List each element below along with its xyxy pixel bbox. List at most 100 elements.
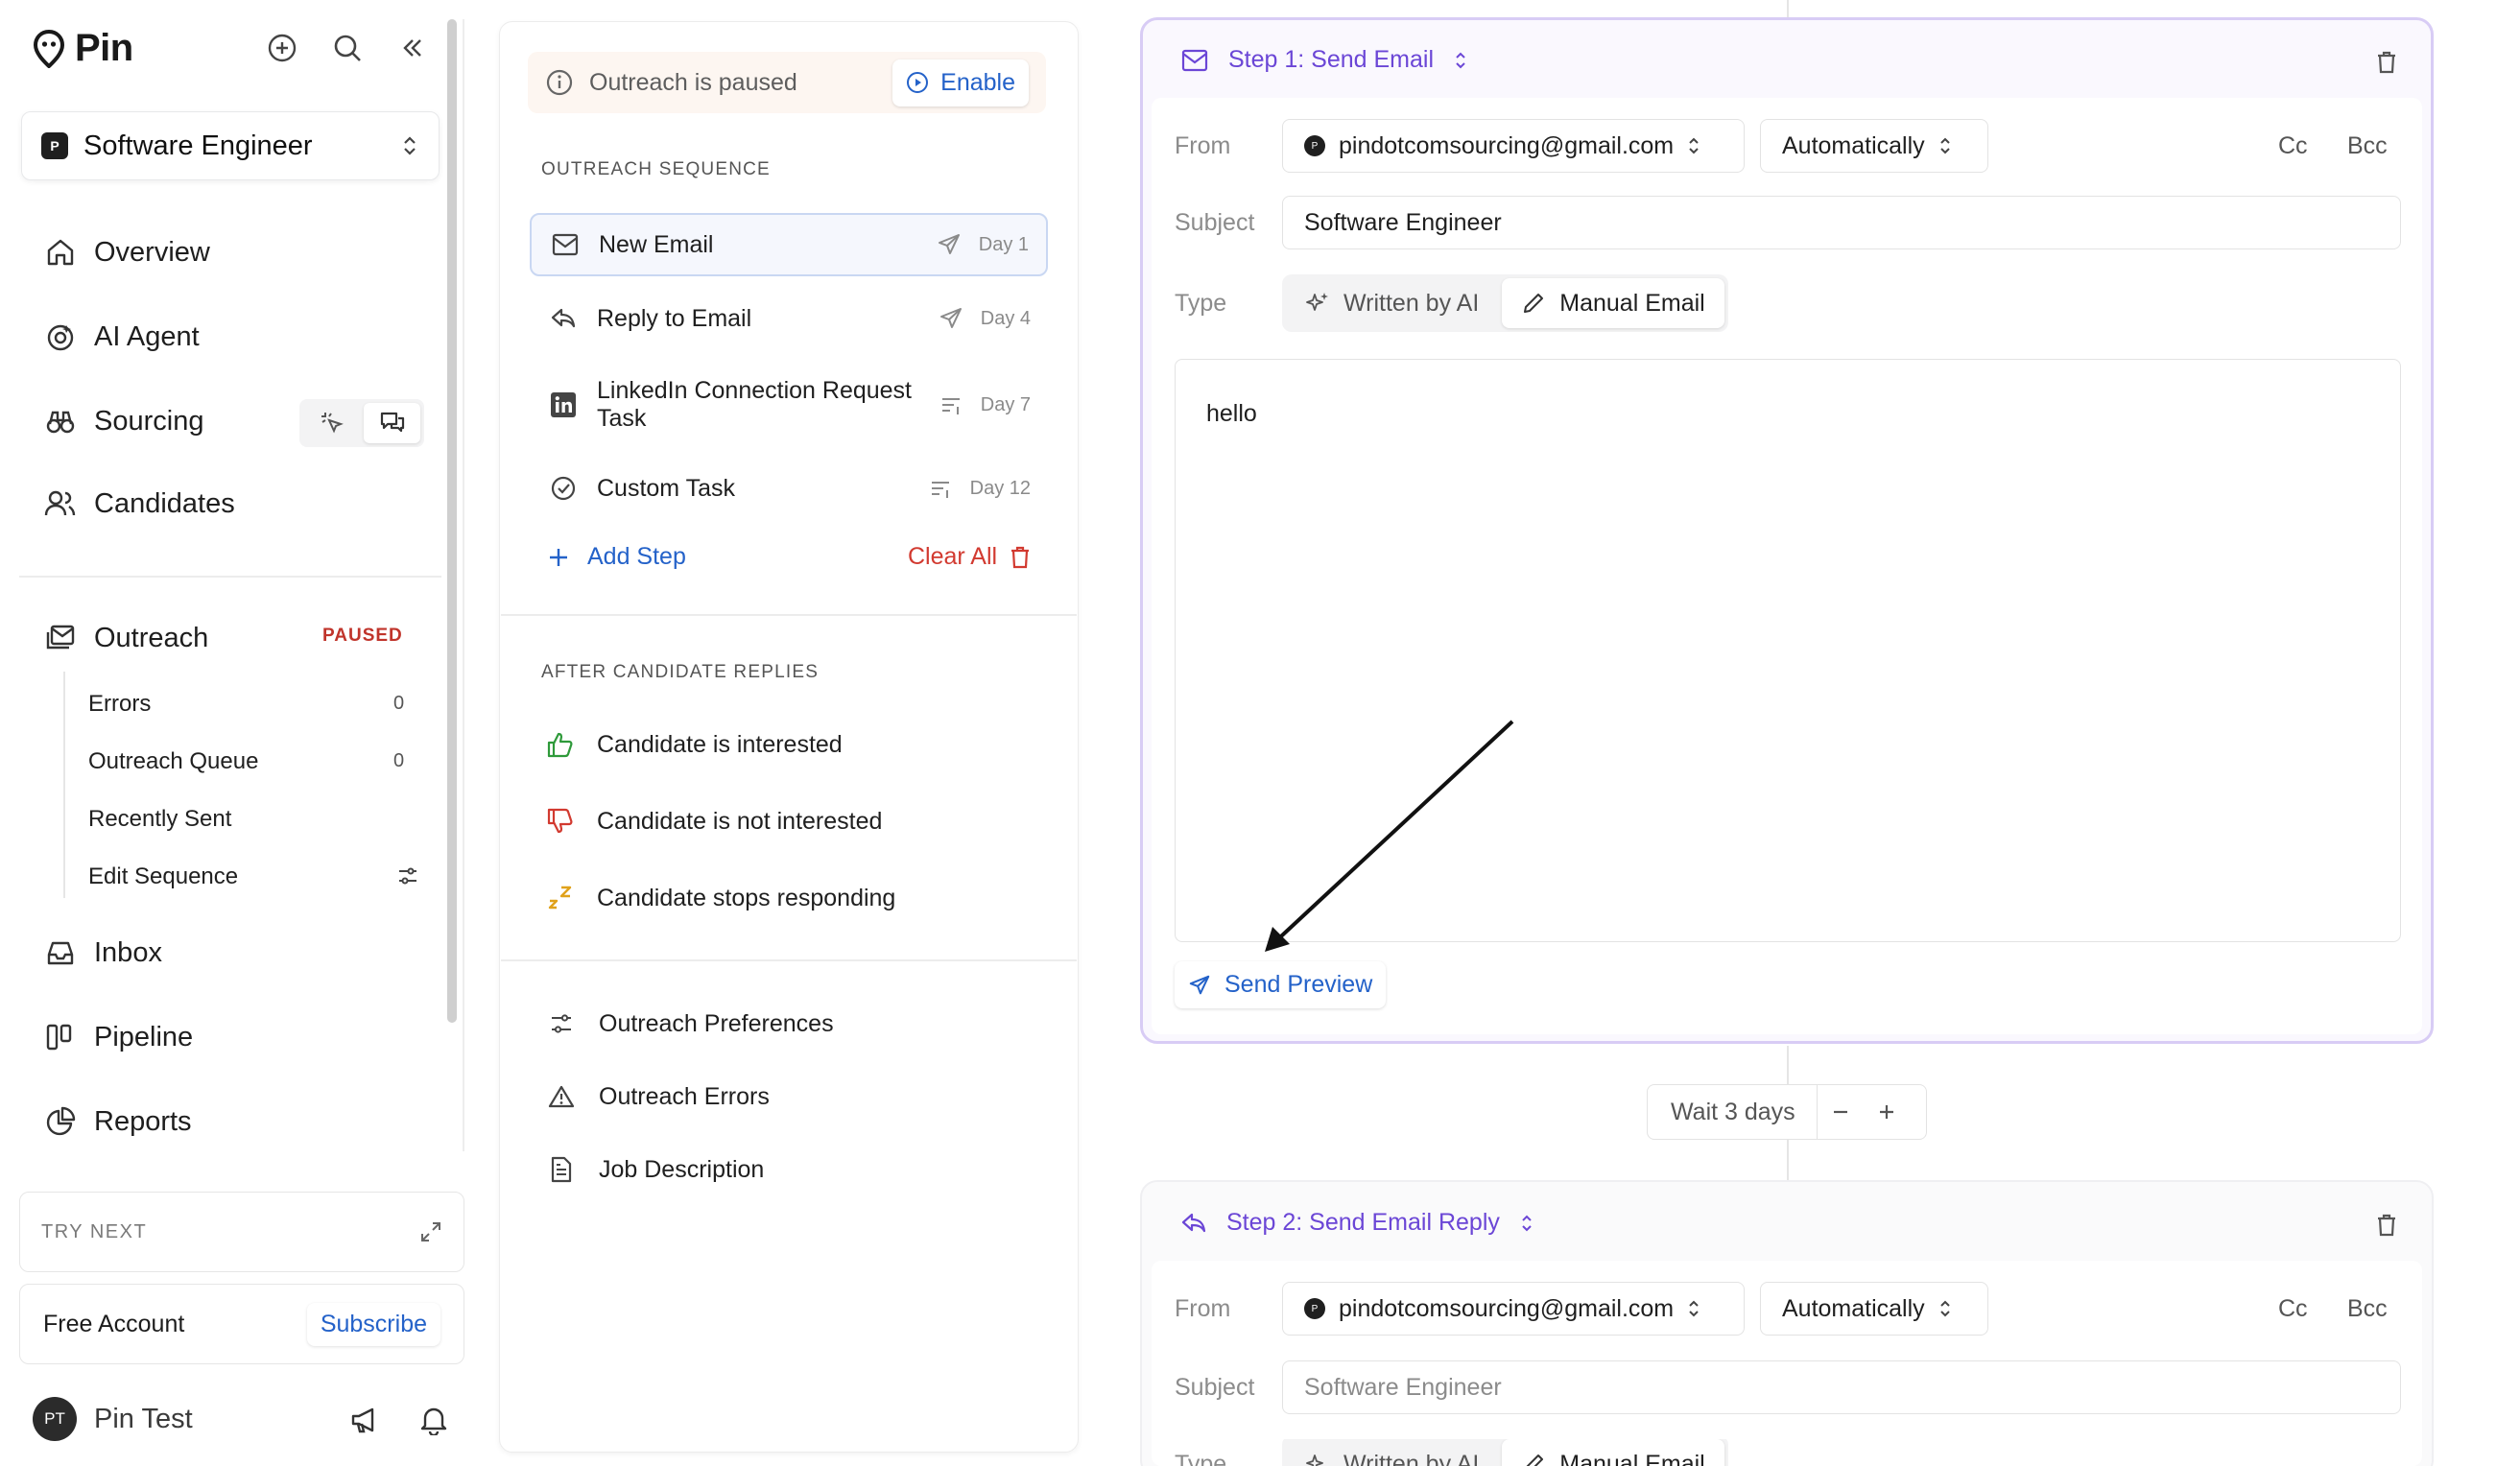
minus-icon[interactable] [1818,1085,1864,1139]
subnav-edit-sequence[interactable]: Edit Sequence [88,863,238,890]
rule-candidate-not-interested[interactable]: Candidate is not interested [545,806,882,837]
link-label: Job Description [599,1155,765,1183]
user-profile[interactable]: PT Pin Test [33,1397,193,1441]
app-logo[interactable]: Pin [33,27,133,70]
binoculars-icon [44,405,77,437]
type-manual-email[interactable]: Manual Email [1502,1439,1724,1466]
expand-icon[interactable] [419,1220,442,1243]
nav-ai-agent-label: AI Agent [94,320,200,352]
add-step-button[interactable]: Add Step [547,543,686,571]
search-icon[interactable] [328,29,367,67]
sequence-step-custom-task[interactable]: Custom Task Day 12 [530,459,1048,518]
send-icon [1188,974,1211,997]
sidebar: Pin P Software Engineer Overview AI Agen… [0,0,466,1466]
subject-input[interactable]: Software Engineer [1282,1360,2401,1414]
nav-pipeline[interactable]: Pipeline [44,1021,193,1053]
clear-all-label: Clear All [908,543,998,570]
cc-button[interactable]: Cc [2278,1295,2308,1323]
from-account-select[interactable]: P pindotcomsourcing@gmail.com [1282,1282,1745,1336]
sidebar-scrollbar[interactable] [447,19,457,1023]
megaphone-icon[interactable] [347,1403,382,1437]
subnav-recently-sent[interactable]: Recently Sent [88,806,231,833]
send-icon [935,302,967,335]
sparkle-pointer-icon[interactable] [303,403,360,443]
info-icon [545,68,574,97]
nav-reports[interactable]: Reports [44,1105,192,1138]
collapse-sidebar-icon[interactable] [393,29,432,67]
bcc-button[interactable]: Bcc [2347,132,2388,160]
rule-candidate-interested[interactable]: Candidate is interested [545,729,843,760]
trash-icon[interactable] [2372,1211,2401,1240]
cc-button[interactable]: Cc [2278,132,2308,160]
rule-candidate-stops-responding[interactable]: Candidate stops responding [545,883,895,913]
sequence-step-linkedin[interactable]: LinkedIn Connection Request Task Day 7 [530,365,1048,445]
pencil-icon [1521,1452,1546,1466]
link-job-description[interactable]: Job Description [547,1155,764,1184]
type-written-by-ai[interactable]: Written by AI [1286,278,1498,328]
nav-candidates[interactable]: Candidates [44,487,235,520]
sidebar-scroll-track [463,19,464,1151]
reply-icon [547,302,580,335]
nav-overview-label: Overview [94,236,210,268]
sparkles-icon [1305,1452,1330,1466]
plus-icon[interactable] [1864,1085,1910,1139]
step-1-title: Step 1: Send Email [1228,46,1435,73]
subscribe-button[interactable]: Subscribe [306,1302,440,1346]
ai-agent-icon [44,320,77,353]
nav-overview[interactable]: Overview [44,236,210,269]
users-icon [44,487,77,520]
thumbs-down-icon [545,806,576,837]
errors-count: 0 [393,693,405,714]
subject-label: Subject [1175,209,1255,236]
job-selector[interactable]: P Software Engineer [21,111,440,180]
send-preview-button[interactable]: Send Preview [1175,961,1387,1008]
nav-outreach[interactable]: Outreach [44,622,208,654]
subject-input[interactable]: Software Engineer [1282,196,2401,249]
nav-sourcing[interactable]: Sourcing [44,405,203,437]
subnav-errors[interactable]: Errors [88,691,151,718]
task-list-icon [924,472,957,505]
inbox-icon [44,936,77,969]
clear-all-button[interactable]: Clear All [908,543,1032,571]
bcc-button[interactable]: Bcc [2347,1295,2388,1323]
step-2-header[interactable]: Step 2: Send Email Reply [1180,1209,1534,1237]
step-1-header[interactable]: Step 1: Send Email [1180,46,1468,74]
thumbs-up-icon [545,729,576,760]
email-body-text: hello [1206,400,1257,427]
sequence-step-new-email[interactable]: New Email Day 1 [530,213,1048,276]
send-mode-value: Automatically [1782,131,1925,159]
from-account-select[interactable]: P pindotcomsourcing@gmail.com [1282,119,1745,173]
try-next-card[interactable]: TRY NEXT [19,1192,464,1272]
document-icon [547,1155,576,1184]
step-name: LinkedIn Connection Request Task [597,377,913,432]
user-name: Pin Test [94,1403,193,1434]
send-mode-select[interactable]: Automatically [1760,1282,1988,1336]
send-mode-select[interactable]: Automatically [1760,119,1988,173]
sequence-step-reply[interactable]: Reply to Email Day 4 [530,288,1048,349]
chat-bubbles-icon[interactable] [364,403,420,443]
add-icon[interactable] [263,29,301,67]
link-outreach-errors[interactable]: Outreach Errors [547,1082,770,1111]
home-icon [44,236,77,269]
type-manual-email[interactable]: Manual Email [1502,278,1724,328]
sequence-divider [501,959,1077,961]
timeline-connector [1787,0,1789,17]
account-avatar: P [1304,135,1325,156]
subnav-outreach-queue[interactable]: Outreach Queue [88,748,258,775]
nav-outreach-label: Outreach [94,622,209,653]
type-written-by-ai[interactable]: Written by AI [1286,1439,1498,1466]
type-ai-label: Written by AI [1343,1450,1480,1466]
step-name: Reply to Email [597,304,752,332]
avatar: PT [33,1397,77,1441]
enable-button[interactable]: Enable [892,59,1029,106]
nav-inbox[interactable]: Inbox [44,936,162,969]
from-email: pindotcomsourcing@gmail.com [1339,131,1675,159]
link-outreach-preferences[interactable]: Outreach Preferences [547,1009,834,1038]
bell-icon[interactable] [416,1403,451,1437]
trash-icon[interactable] [2372,48,2401,77]
pie-chart-icon [44,1105,77,1138]
rule-label: Candidate is not interested [597,807,883,835]
snooze-icon [545,883,576,913]
nav-ai-agent[interactable]: AI Agent [44,320,200,353]
trash-icon [1009,545,1032,570]
